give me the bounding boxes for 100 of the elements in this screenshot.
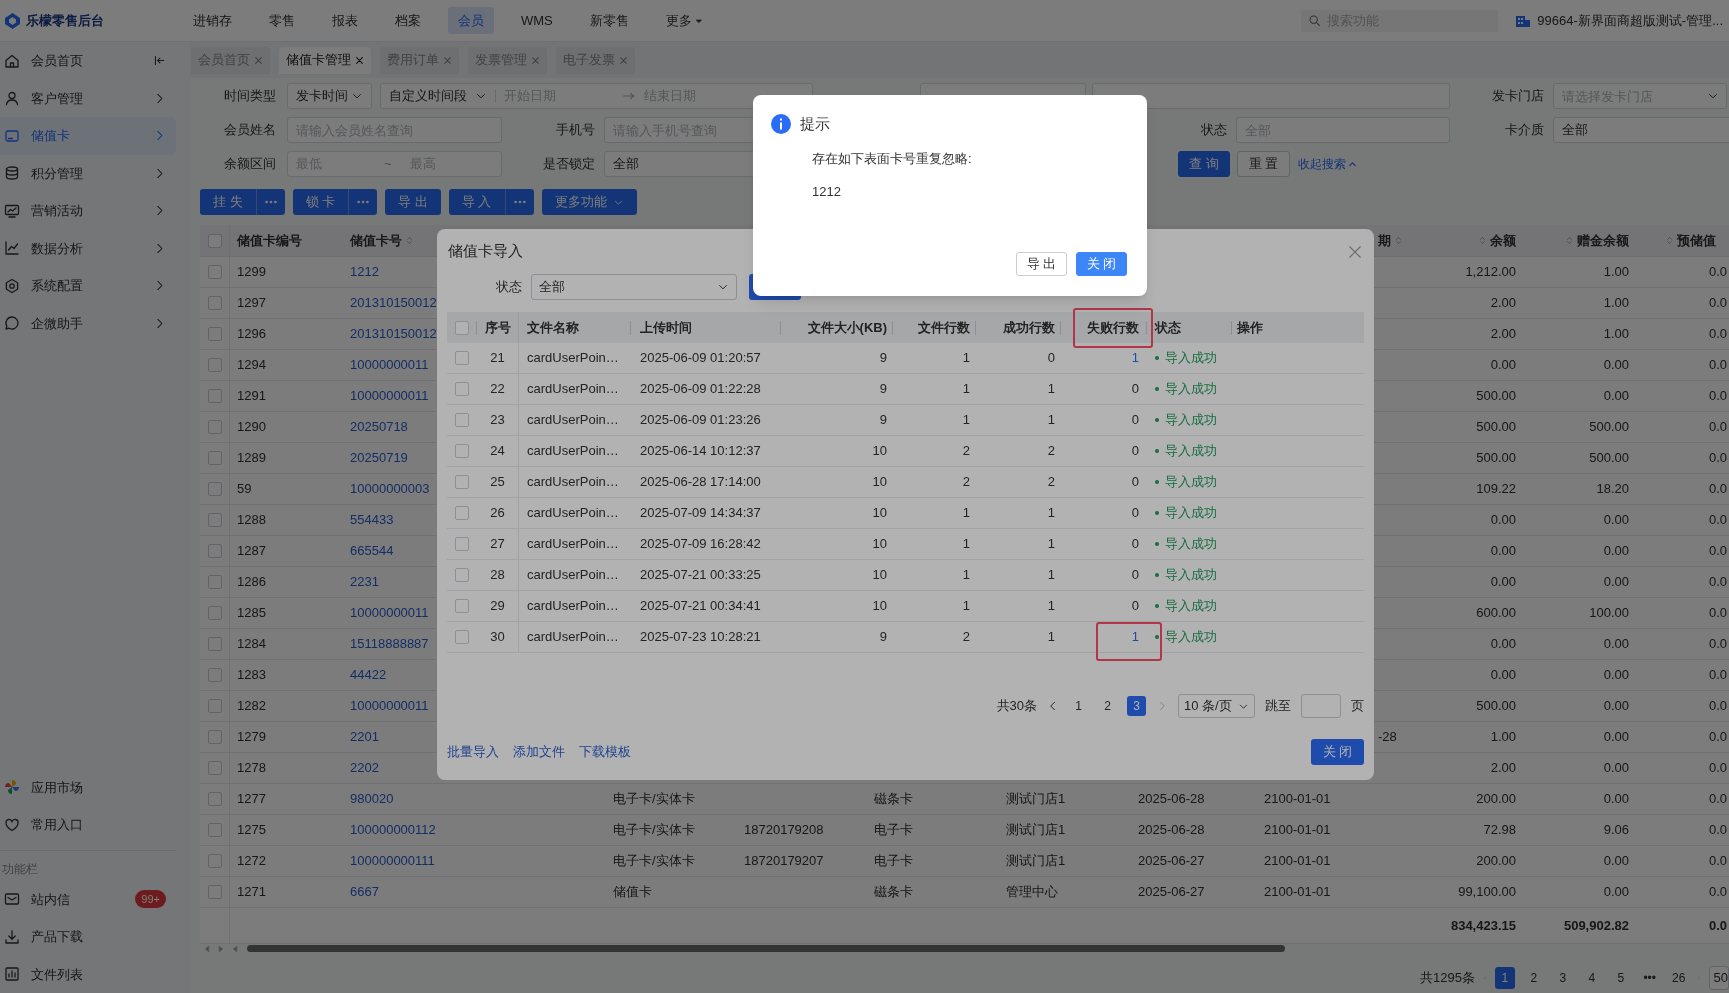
query-button[interactable]: 查 询 [1178,151,1230,177]
nav-item[interactable]: 档案 [385,7,431,34]
page-size-select[interactable]: 50 [1708,966,1729,990]
checkbox[interactable] [455,630,469,644]
checkbox[interactable] [207,575,222,589]
card-number-link[interactable]: 100000000112 [350,820,436,840]
toolbar-button[interactable]: 更多功能 [541,189,637,215]
card-number-link[interactable]: 10000000011 [350,603,429,623]
card-number-link[interactable]: 2201 [350,727,379,747]
card-number-link[interactable]: 10000000011 [350,386,429,406]
checkbox[interactable] [455,351,469,365]
card-number-link[interactable]: 44422 [350,665,387,685]
select-field[interactable]: 发卡时间 [287,83,372,109]
card-number-link[interactable]: 201310150012 [350,293,437,313]
sidebar-item[interactable]: 常用入口 [0,806,190,844]
footer-link[interactable]: 下载模板 [579,742,631,762]
page-input[interactable] [1301,694,1341,718]
checkbox[interactable] [455,599,469,613]
nav-item[interactable]: 进销存 [183,7,242,34]
sidebar-item[interactable]: 系统配置 [0,267,176,305]
page-button[interactable]: 1 [1494,967,1515,989]
checkbox[interactable] [207,854,222,868]
toolbar-button[interactable]: 导 出 [385,189,441,215]
page-button[interactable]: 3 [1552,967,1573,989]
tab[interactable]: 储值卡管理 [279,46,371,74]
nav-item[interactable]: 零售 [259,7,305,34]
sidebar-item[interactable]: 企微助手 [0,304,176,342]
checkbox[interactable] [207,730,222,744]
card-number-link[interactable]: 665544 [350,541,394,561]
checkbox[interactable] [207,420,222,434]
checkbox[interactable] [455,475,469,489]
checkbox[interactable] [207,668,222,682]
nav-item[interactable]: WMS [511,7,563,34]
page-button[interactable]: 26 [1668,967,1689,989]
toolbar-button[interactable]: 导 入 [448,189,505,215]
toolbar-button[interactable]: 挂 失 [200,189,256,215]
sidebar-item[interactable]: 客户管理 [0,79,176,117]
nav-item[interactable]: 更多 [655,7,713,34]
nav-item[interactable]: 会员 [448,7,494,34]
card-number-link[interactable]: 10000000011 [350,696,429,716]
sidebar-item[interactable]: 数据分析 [0,229,176,267]
sidebar-item[interactable]: 文件列表 [0,955,176,993]
checkbox[interactable] [207,513,222,527]
page-button[interactable]: ••• [1639,967,1660,989]
checkbox[interactable] [455,568,469,582]
store-name[interactable]: 99664-新界面商超版测试-管理... [1537,10,1723,31]
toolbar-button[interactable]: 锁 卡 [292,189,349,215]
card-number-link[interactable]: 20250719 [350,448,408,468]
checkbox[interactable] [455,382,469,396]
checkbox[interactable] [207,637,222,651]
page-button[interactable]: 4 [1581,967,1602,989]
checkbox[interactable] [207,482,222,496]
checkbox[interactable] [455,444,469,458]
card-number-link[interactable]: 15118888887 [350,634,429,654]
card-number-link[interactable]: 554433 [350,510,394,530]
nav-item[interactable]: 新零售 [579,7,639,34]
card-number-link[interactable]: 201310150012 [350,324,437,344]
footer-link[interactable]: 批量导入 [447,742,499,762]
select-field[interactable]: 全部 [1553,117,1729,143]
sidebar-item[interactable]: 储值卡 [0,117,176,155]
failed-count-link[interactable]: 1 [1131,348,1139,368]
checkbox[interactable] [207,606,222,620]
sidebar-item[interactable]: 会员首页 [0,42,176,80]
page-button[interactable]: 3 [1127,696,1146,716]
scrollbar-thumb[interactable] [247,945,1285,952]
input-field[interactable] [1092,83,1450,109]
dialog-button[interactable]: 导 出 [1016,252,1067,276]
failed-count-link[interactable]: 1 [1131,627,1139,647]
card-number-link[interactable]: 980020 [350,789,394,809]
sidebar-item[interactable]: 应用市场 [0,768,190,806]
checkbox[interactable] [207,233,222,248]
checkbox[interactable] [455,413,469,427]
close-button[interactable]: 关 闭 [1311,739,1364,765]
checkbox[interactable] [207,451,222,465]
select-field[interactable]: 全部 [531,274,737,300]
checkbox[interactable] [207,885,222,899]
page-button[interactable]: 2 [1523,967,1544,989]
checkbox[interactable] [455,506,469,520]
more-options-button[interactable] [255,189,285,215]
checkbox[interactable] [207,699,222,713]
card-number-link[interactable]: 2231 [350,572,379,592]
checkbox[interactable] [207,389,222,403]
checkbox[interactable] [207,544,222,558]
checkbox[interactable] [207,792,222,806]
sidebar-item[interactable]: 营销活动 [0,192,176,230]
card-number-link[interactable]: 6667 [350,882,379,902]
checkbox[interactable] [207,358,222,372]
card-number-link[interactable]: 2202 [350,758,379,778]
sidebar-item[interactable]: 站内信 99+ [0,880,176,918]
collapse-search-link[interactable]: 收起搜索 [1298,155,1357,173]
card-number-link[interactable]: 20250718 [350,417,408,437]
checkbox[interactable] [207,296,222,310]
card-number-link[interactable]: 10000000003 [350,479,430,499]
page-size-select[interactable]: 10 条/页 [1178,694,1255,718]
checkbox[interactable] [207,823,222,837]
page-button[interactable]: 5 [1610,967,1631,989]
nav-item[interactable]: 报表 [322,7,368,34]
checkbox[interactable] [455,537,469,551]
card-number-link[interactable]: 10000000011 [350,355,429,375]
sidebar-item[interactable]: 产品下载 [0,918,176,956]
